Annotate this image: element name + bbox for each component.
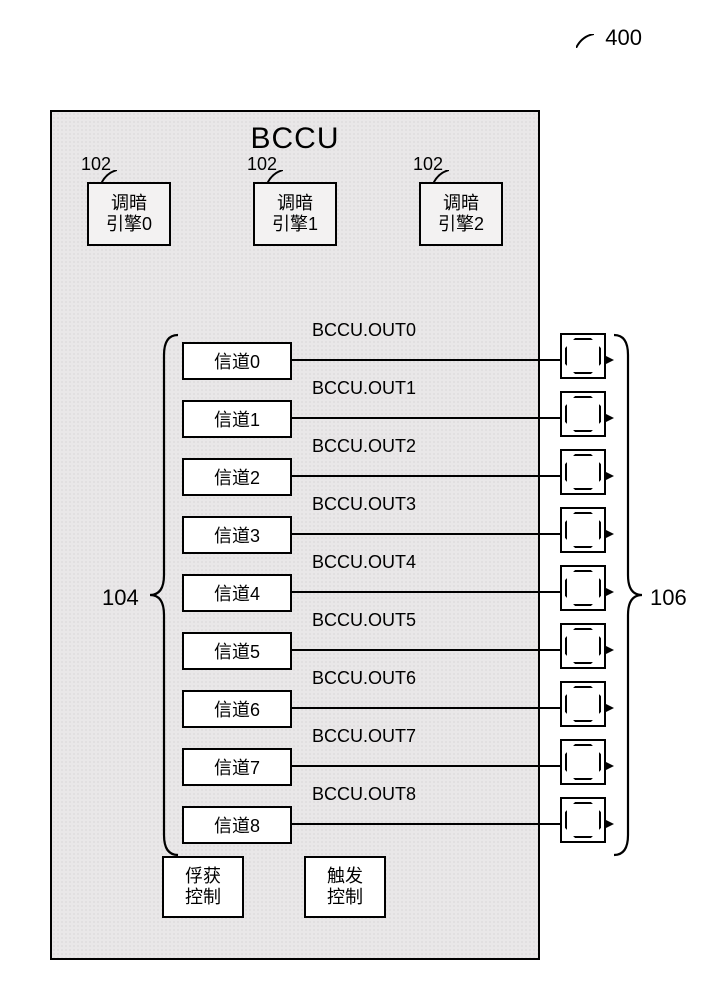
channel-row: 信道5BCCU.OUT5	[182, 632, 292, 670]
channel-row: 信道1BCCU.OUT1	[182, 400, 292, 438]
capture-control-label: 俘获 控制	[185, 866, 221, 907]
channel-row: 信道0BCCU.OUT0	[182, 342, 292, 380]
led-icon	[560, 681, 606, 727]
channel-box: 信道3	[182, 516, 292, 554]
figure-ref: 400	[605, 25, 642, 51]
ref-label: 102	[247, 154, 277, 175]
dimming-engine-0: 102 调暗 引擎0	[87, 182, 171, 246]
channel-output-label: BCCU.OUT6	[312, 668, 416, 689]
channel-row: 信道4BCCU.OUT4	[182, 574, 292, 612]
channel-box: 信道7	[182, 748, 292, 786]
engine-label: 调暗 引擎0	[106, 193, 152, 234]
led-column	[560, 333, 606, 855]
ref-channels-label: 104	[102, 585, 139, 611]
channel-box: 信道4	[182, 574, 292, 612]
trigger-control-box: 触发 控制	[304, 856, 386, 918]
capture-control-box: 俘获 控制	[162, 856, 244, 918]
channel-list: 信道0BCCU.OUT0 信道1BCCU.OUT1 信道2BCCU.OUT2 信道3B…	[182, 342, 292, 864]
led-icon	[560, 507, 606, 553]
bccu-title: BCCU	[52, 122, 538, 156]
channel-box: 信道2	[182, 458, 292, 496]
channel-output-label: BCCU.OUT3	[312, 494, 416, 515]
channel-output-label: BCCU.OUT4	[312, 552, 416, 573]
engine-label: 调暗 引擎1	[272, 193, 318, 234]
brace-leds	[614, 335, 644, 855]
dimming-engine-1: 102 调暗 引擎1	[253, 182, 337, 246]
led-icon	[560, 623, 606, 669]
channel-row: 信道2BCCU.OUT2	[182, 458, 292, 496]
ref-label: 102	[413, 154, 443, 175]
led-icon	[560, 739, 606, 785]
ref-leds-label: 106	[650, 585, 687, 611]
brace-channels	[150, 335, 180, 855]
channel-output-label: BCCU.OUT8	[312, 784, 416, 805]
led-icon	[560, 449, 606, 495]
channel-box: 信道1	[182, 400, 292, 438]
channel-row: 信道8BCCU.OUT8	[182, 806, 292, 844]
control-row: 俘获 控制 触发 控制	[162, 856, 386, 918]
dimming-engine-2: 102 调暗 引擎2	[419, 182, 503, 246]
bccu-module: BCCU 102 调暗 引擎0 102 调暗 引擎1 102 调暗 引擎2 信道…	[50, 110, 540, 960]
channel-output-label: BCCU.OUT5	[312, 610, 416, 631]
channel-box: 信道0	[182, 342, 292, 380]
led-icon	[560, 797, 606, 843]
channel-output-label: BCCU.OUT7	[312, 726, 416, 747]
trigger-control-label: 触发 控制	[327, 866, 363, 907]
channel-box: 信道8	[182, 806, 292, 844]
channel-output-label: BCCU.OUT2	[312, 436, 416, 457]
ref-label: 102	[81, 154, 111, 175]
channel-output-label: BCCU.OUT1	[312, 378, 416, 399]
channel-row: 信道3BCCU.OUT3	[182, 516, 292, 554]
led-icon	[560, 333, 606, 379]
dimming-engine-row: 102 调暗 引擎0 102 调暗 引擎1 102 调暗 引擎2	[87, 182, 503, 246]
channel-box: 信道5	[182, 632, 292, 670]
channel-row: 信道7BCCU.OUT7	[182, 748, 292, 786]
led-icon	[560, 565, 606, 611]
engine-label: 调暗 引擎2	[438, 193, 484, 234]
channel-box: 信道6	[182, 690, 292, 728]
figure-ref-leader	[576, 34, 594, 48]
channel-output-label: BCCU.OUT0	[312, 320, 416, 341]
led-icon	[560, 391, 606, 437]
channel-row: 信道6BCCU.OUT6	[182, 690, 292, 728]
